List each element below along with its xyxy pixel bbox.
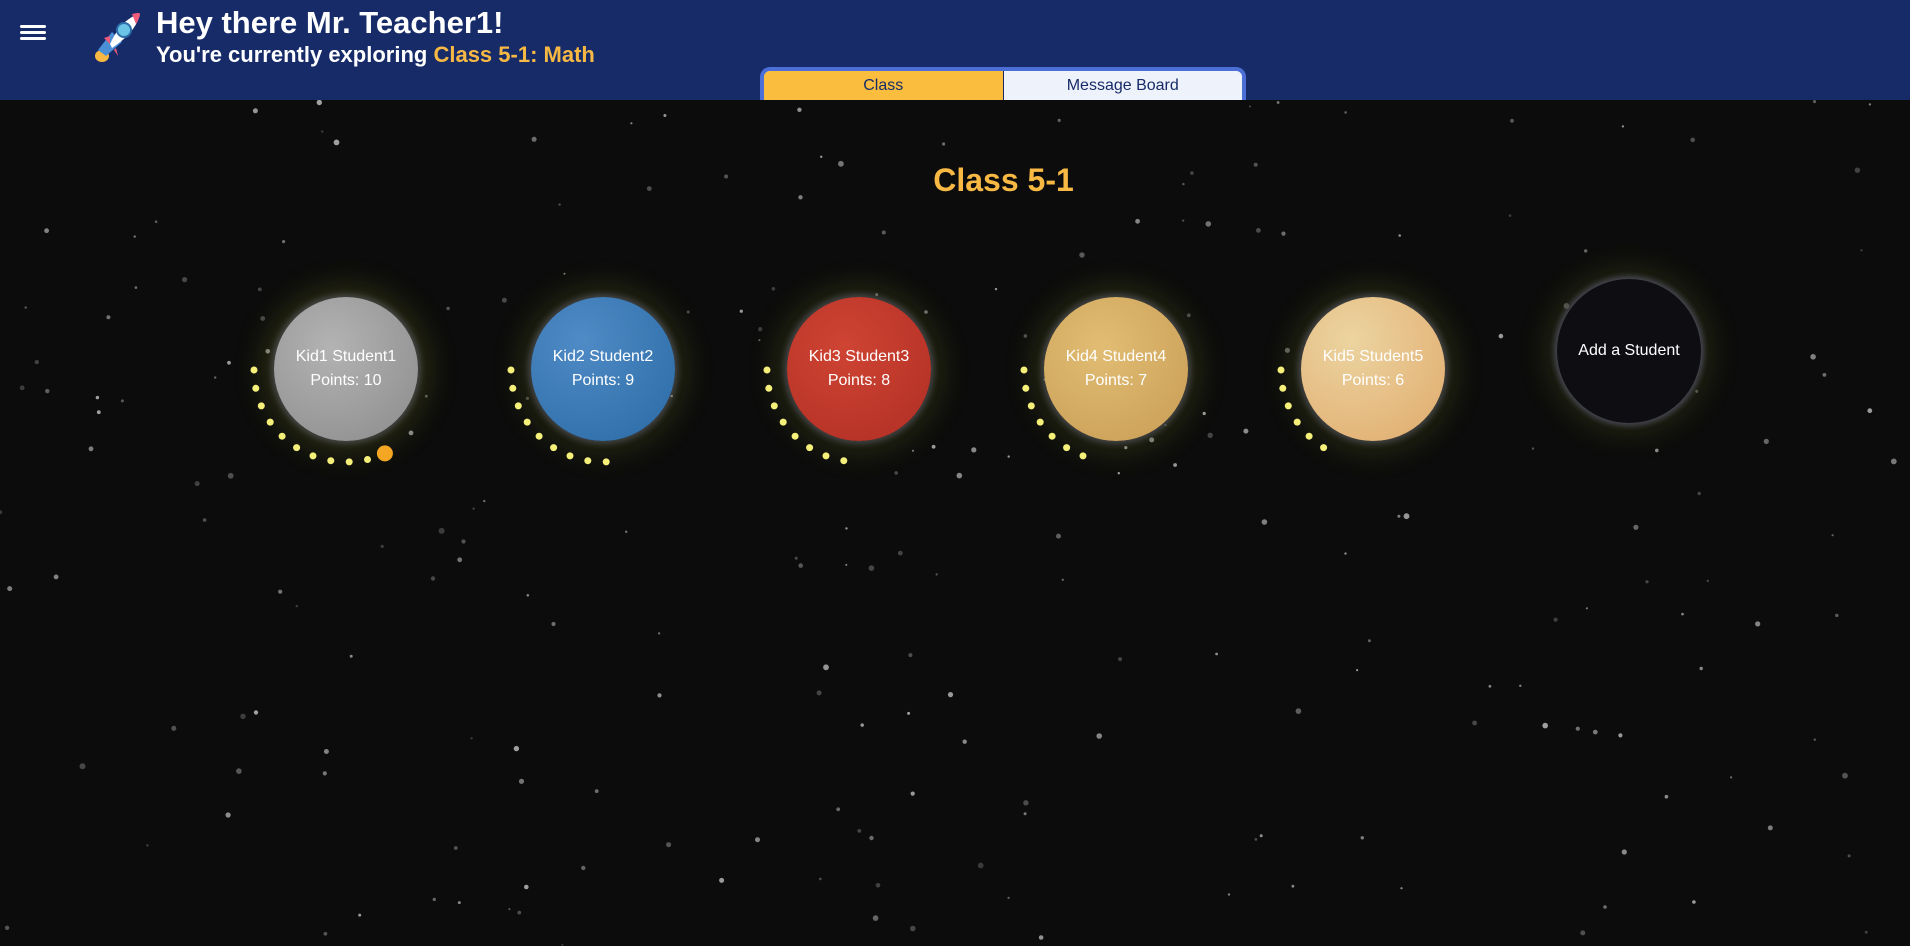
add-student-button[interactable]: Add a Student [1557,279,1701,423]
page-title: Class 5-1 [933,162,1074,198]
student-points: Points: 9 [571,372,635,389]
add-student-label: Add a Student [1578,342,1680,359]
student-planet-kid2[interactable]: Kid2 Student2 Points: 9 [531,297,675,441]
rocket-icon [95,13,140,62]
class-subtitle: You're currently exploring Class 5-1: Ma… [156,42,595,68]
tab-class[interactable]: Class [764,71,1004,100]
student-name: Kid4 Student4 [1065,348,1167,365]
student-name: Kid3 Student3 [808,348,910,365]
subtitle-class-name: Class 5-1: Math [433,42,595,67]
view-tabs: Class Message Board [760,67,1246,100]
student-planet-kid3[interactable]: Kid3 Student3 Points: 8 [787,297,931,441]
student-name: Kid5 Student5 [1322,348,1424,365]
top-header: Hey there Mr. Teacher1! You're currently… [0,0,1910,100]
student-points: Points: 8 [827,372,891,389]
tab-message-board[interactable]: Message Board [1003,71,1242,100]
student-name: Kid1 Student1 [295,348,397,365]
student-name: Kid2 Student2 [552,348,654,365]
greeting-title: Hey there Mr. Teacher1! [156,5,504,40]
student-planet-kid4[interactable]: Kid4 Student4 Points: 7 [1044,297,1188,441]
student-planet-kid1[interactable]: Kid1 Student1 Points: 10 [274,297,418,441]
subtitle-prefix: You're currently exploring [156,42,434,67]
student-points: Points: 10 [310,372,382,389]
student-points: Points: 6 [1341,372,1405,389]
hamburger-menu-icon[interactable] [20,22,46,44]
student-planet-kid5[interactable]: Kid5 Student5 Points: 6 [1301,297,1445,441]
starfield-background [0,100,1897,946]
student-points: Points: 7 [1084,372,1148,389]
